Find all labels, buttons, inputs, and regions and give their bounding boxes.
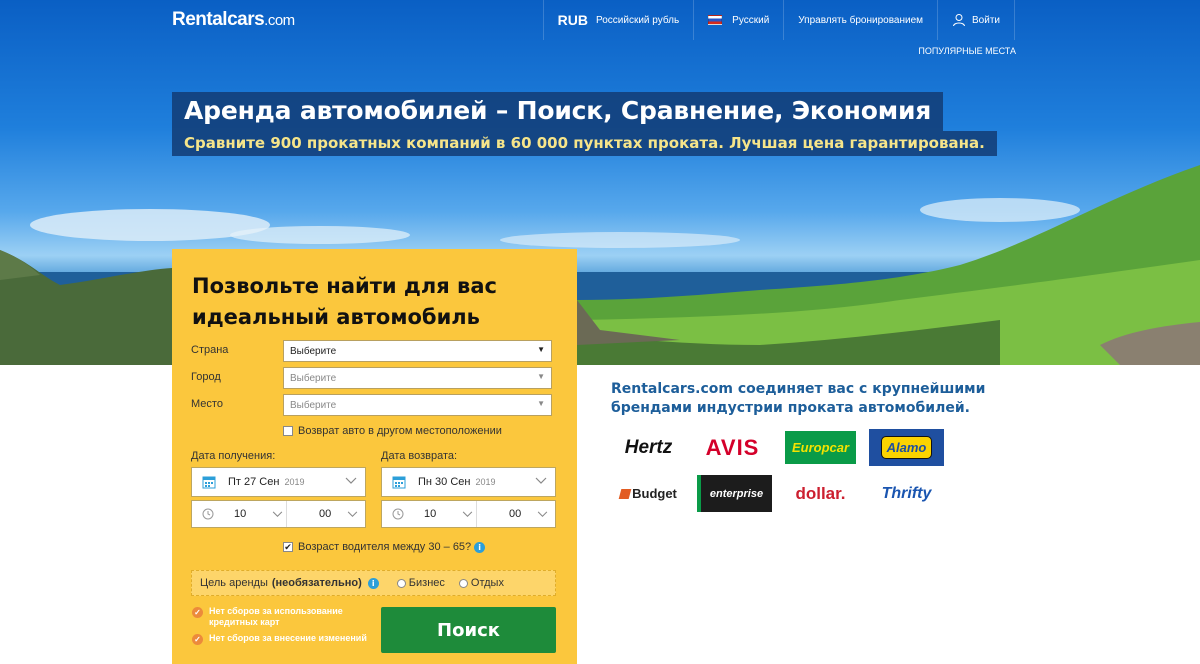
- purpose-optional-label: (необязательно): [271, 577, 362, 589]
- return-date-label: Дата возврата:: [381, 450, 458, 462]
- alamo-logo-text: Alamo: [880, 436, 933, 459]
- russian-flag-icon: [708, 15, 723, 25]
- pickup-hour-select[interactable]: 10: [202, 501, 283, 527]
- pickup-year-value: 2019: [284, 477, 305, 487]
- thrifty-logo: Thrifty: [881, 484, 932, 502]
- language-label: Русский: [732, 14, 770, 26]
- perk-no-card-fees: ✓ Нет сборов за использование кредитных …: [192, 606, 367, 628]
- search-panel: Позвольте найти для вас идеальный автомо…: [172, 249, 577, 664]
- currency-selector[interactable]: RUB Российский рубль: [542, 0, 694, 40]
- place-select[interactable]: Выберите ▼: [283, 394, 552, 416]
- currency-name: Российский рубль: [595, 14, 680, 26]
- business-radio[interactable]: [396, 578, 406, 588]
- driver-age-checkbox[interactable]: ✔: [283, 542, 293, 552]
- return-date-field[interactable]: Пн 30 Сен 2019: [381, 467, 556, 497]
- return-minute-value: 00: [509, 508, 522, 520]
- hero-subtitle: Сравните 900 прокатных компаний в 60 000…: [184, 134, 985, 152]
- hero-subtitle-box: Сравните 900 прокатных компаний в 60 000…: [172, 131, 997, 156]
- rentalcars-logo[interactable]: Rentalcars.com: [172, 9, 295, 31]
- hero-title-box: Аренда автомобилей – Поиск, Сравнение, Э…: [172, 92, 944, 131]
- return-year-value: 2019: [475, 477, 496, 487]
- perk-text: Нет сборов за использование кредитных ка…: [209, 606, 343, 627]
- pickup-date-field[interactable]: Пт 27 Сен 2019: [191, 467, 366, 497]
- alamo-logo: Alamo: [869, 429, 944, 466]
- country-label: Страна: [191, 344, 229, 356]
- clock-icon: [392, 508, 404, 520]
- return-other-label: Возврат авто в другом местоположении: [298, 425, 502, 437]
- leisure-radio[interactable]: [458, 578, 468, 588]
- return-hour-select[interactable]: 10: [392, 501, 473, 527]
- clock-icon: [202, 508, 214, 520]
- country-value: Выберите: [290, 346, 337, 357]
- pickup-hour-value: 10: [234, 508, 247, 520]
- brands-promo-text: Rentalcars.com соединяет вас с крупнейши…: [611, 381, 986, 416]
- return-other-checkbox[interactable]: [283, 426, 293, 436]
- purpose-label: Цель аренды: [200, 577, 268, 589]
- chevron-down-icon: [348, 511, 358, 517]
- chevron-down-icon: [463, 511, 473, 517]
- dollar-logo: dollar.: [795, 483, 846, 503]
- manage-booking-link[interactable]: Управлять бронированием: [783, 0, 937, 40]
- place-value: Выберите: [290, 400, 337, 411]
- checkmark-icon: ✓: [192, 634, 203, 645]
- sign-in-link[interactable]: Войти: [937, 0, 1015, 40]
- budget-logo: Budget: [611, 475, 686, 512]
- city-value: Выберите: [290, 373, 337, 384]
- pickup-minute-select[interactable]: 00: [319, 501, 358, 527]
- pickup-minute-value: 00: [319, 508, 332, 520]
- avis-logo: AVIS: [705, 434, 760, 460]
- place-label: Место: [191, 398, 223, 410]
- chevron-down-icon: [535, 477, 547, 484]
- enterprise-logo: enterprise: [697, 475, 772, 512]
- hertz-logo: Hertz: [624, 436, 673, 458]
- manage-booking-label: Управлять бронированием: [798, 14, 924, 26]
- return-minute-select[interactable]: 00: [509, 501, 548, 527]
- chevron-down-icon: [273, 511, 283, 517]
- dropdown-arrow-icon: ▼: [537, 345, 545, 354]
- return-date-value: Пн 30 Сен: [418, 476, 471, 488]
- pickup-date-value: Пт 27 Сен: [228, 476, 280, 488]
- purpose-business-option[interactable]: Бизнес: [396, 577, 445, 589]
- calendar-icon: [202, 476, 216, 489]
- popular-places-link[interactable]: ПОПУЛЯРНЫЕ МЕСТА: [918, 46, 1016, 56]
- dropdown-arrow-icon: ▼: [537, 372, 545, 381]
- pickup-time-field: 10 00: [191, 500, 366, 528]
- top-navigation-bar: Rentalcars.com RUB Российский рубль Русс…: [0, 0, 1200, 56]
- chevron-down-icon: [538, 511, 548, 517]
- hero-title: Аренда автомобилей – Поиск, Сравнение, Э…: [184, 96, 932, 125]
- driver-age-option[interactable]: ✔ Возраст водителя между 30 – 65? i: [283, 541, 486, 553]
- city-label: Город: [191, 371, 221, 383]
- country-select[interactable]: Выберите ▼: [283, 340, 552, 362]
- budget-logo-text: Budget: [632, 486, 677, 501]
- dropdown-arrow-icon: ▼: [537, 399, 545, 408]
- perk-no-amend-fees: ✓ Нет сборов за внесение изменений: [192, 633, 367, 645]
- return-hour-value: 10: [424, 508, 437, 520]
- purpose-leisure-option[interactable]: Отдых: [458, 577, 504, 589]
- return-other-location-option[interactable]: Возврат авто в другом местоположении: [283, 425, 502, 437]
- business-label: Бизнес: [408, 577, 445, 589]
- europcar-logo: Europcar: [783, 429, 858, 466]
- pickup-date-label: Дата получения:: [191, 450, 276, 462]
- leisure-label: Отдых: [470, 577, 504, 589]
- return-time-field: 10 00: [381, 500, 556, 528]
- rental-purpose-row: Цель аренды (необязательно) i Бизнес Отд…: [191, 570, 556, 596]
- sign-in-label: Войти: [972, 14, 1000, 26]
- perk-text: Нет сборов за внесение изменений: [209, 633, 367, 643]
- city-select[interactable]: Выберите ▼: [283, 367, 552, 389]
- language-selector[interactable]: Русский: [693, 0, 783, 40]
- info-icon[interactable]: i: [474, 541, 486, 553]
- info-icon[interactable]: i: [367, 577, 379, 589]
- chevron-down-icon: [345, 477, 357, 484]
- calendar-icon: [392, 476, 406, 489]
- driver-age-label: Возраст водителя между 30 – 65?: [298, 541, 472, 553]
- user-icon: [953, 14, 966, 27]
- header-nav: RUB Российский рубль Русский Управлять б…: [542, 0, 1015, 40]
- currency-code: RUB: [557, 12, 588, 28]
- checkmark-icon: ✓: [192, 607, 203, 618]
- search-panel-title: Позвольте найти для вас идеальный автомо…: [192, 274, 497, 329]
- search-button[interactable]: Поиск: [381, 607, 556, 653]
